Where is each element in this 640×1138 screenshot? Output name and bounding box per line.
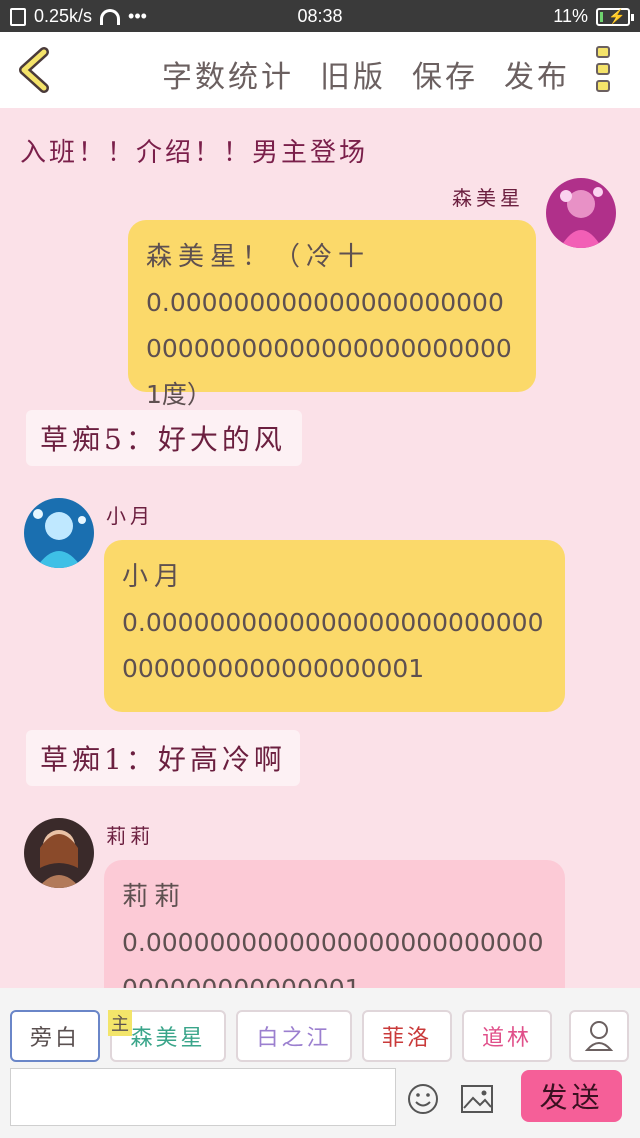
character-chip-daolin[interactable]: 道林 (462, 1010, 552, 1062)
emoji-button[interactable] (406, 1082, 440, 1116)
narration-text[interactable]: 草痴1：好高冷啊 (26, 730, 300, 786)
character-chip-feiluo[interactable]: 菲洛 (362, 1010, 452, 1062)
avatar-image (24, 818, 94, 888)
bubble-text: 0.00000000000000000000000000000000000000… (146, 288, 512, 409)
bubble-text: 0.00000000000000000000000000000000000000… (122, 608, 544, 683)
more-menu-button[interactable] (596, 46, 614, 96)
character-selector: 旁白 主 森美星 白之江 菲洛 道林 (10, 1010, 552, 1062)
three-dots-vertical-icon (596, 46, 610, 58)
chevron-left-icon (19, 47, 49, 93)
avatar[interactable] (24, 818, 94, 888)
chip-label: 菲洛 (381, 1026, 432, 1051)
bubble-text: 森美星！（冷十 (146, 242, 371, 272)
back-button[interactable] (14, 46, 58, 94)
speaker-name: 莉莉 (106, 824, 154, 848)
top-toolbar: 字数统计 旧版 保存 发布 (0, 32, 640, 108)
bubble-text: 小月 (122, 562, 187, 592)
character-chip-senmeixing[interactable]: 主 森美星 (108, 1010, 226, 1062)
avatar[interactable] (24, 498, 94, 568)
word-count-button[interactable]: 字数统计 (162, 52, 294, 96)
chat-bubble[interactable]: 小月 0.00000000000000000000000000000000000… (104, 540, 565, 712)
character-chip-baizhijiang[interactable]: 白之江 (236, 1010, 352, 1062)
bubble-text: 莉莉 (122, 882, 187, 912)
chip-label: 旁白 (29, 1026, 80, 1051)
insert-image-button[interactable] (460, 1084, 494, 1114)
composer-bar: 旁白 主 森美星 白之江 菲洛 道林 发送 (0, 988, 640, 1138)
avatar[interactable] (546, 178, 616, 248)
chip-label: 白之江 (256, 1026, 332, 1051)
chat-area[interactable]: 入班！！介绍！！男主登场 森美星 森美星！（冷十 0.0000000000000… (0, 108, 640, 988)
chat-bubble[interactable]: 森美星！（冷十 0.000000000000000000000000000000… (128, 220, 536, 409)
battery-icon: ⚡ (596, 7, 634, 26)
avatar-image (546, 178, 616, 248)
publish-button[interactable]: 发布 (504, 52, 570, 96)
chip-label: 森美星 (130, 1026, 206, 1051)
chat-bubble[interactable]: 莉莉 0.00000000000000000000000000000000000… (104, 860, 565, 988)
send-button[interactable]: 发送 (521, 1070, 622, 1122)
avatar-image (24, 498, 94, 568)
user-icon (584, 1021, 614, 1051)
add-character-button[interactable] (569, 1010, 629, 1062)
chip-label: 道林 (481, 1026, 532, 1051)
battery-fill (600, 11, 603, 22)
battery-percent: 11% (553, 6, 588, 26)
speaker-name: 小月 (106, 504, 154, 528)
character-chip-narrator[interactable]: 旁白 (10, 1010, 100, 1062)
narration-text[interactable]: 草痴5：好大的风 (26, 410, 302, 466)
clock: 08:38 (297, 6, 343, 26)
lead-badge: 主 (108, 1010, 132, 1036)
bubble-text: 0.00000000000000000000000000000000000000… (122, 928, 544, 988)
smiley-icon (408, 1084, 438, 1114)
save-button[interactable]: 保存 (412, 52, 478, 96)
old-version-button[interactable]: 旧版 (320, 52, 386, 96)
image-icon (461, 1085, 493, 1113)
chapter-title: 入班！！介绍！！男主登场 (20, 138, 369, 168)
status-bar: 0.25k/s ••• 08:38 11% ⚡ (0, 0, 640, 32)
message-input[interactable] (10, 1068, 396, 1126)
charging-icon: ⚡ (608, 7, 626, 24)
speaker-name: 森美星 (452, 186, 524, 210)
